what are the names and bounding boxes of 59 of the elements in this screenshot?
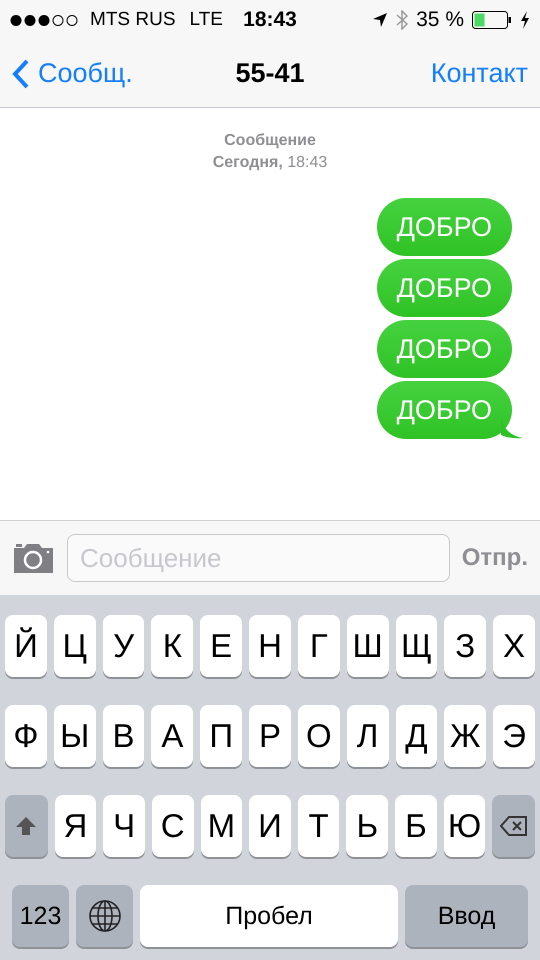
letter-key[interactable]: П bbox=[200, 705, 242, 767]
letter-key[interactable]: С bbox=[152, 795, 194, 857]
letter-key[interactable]: Р bbox=[249, 705, 291, 767]
letter-key[interactable]: Ц bbox=[54, 615, 96, 677]
chevron-left-icon bbox=[12, 58, 30, 88]
letter-key[interactable]: Д bbox=[396, 705, 438, 767]
letter-key[interactable]: Я bbox=[54, 795, 96, 857]
location-icon bbox=[372, 12, 388, 28]
letter-key[interactable]: Ж bbox=[444, 705, 486, 767]
letter-key[interactable]: У bbox=[102, 615, 144, 677]
battery-percent: 35 % bbox=[416, 8, 464, 32]
message-bubble: ДОБРО bbox=[376, 198, 512, 256]
letter-key[interactable]: З bbox=[444, 615, 486, 677]
charging-icon bbox=[520, 11, 530, 29]
space-key[interactable]: Пробел bbox=[140, 885, 398, 947]
shift-arrow-icon bbox=[15, 816, 38, 836]
letter-key[interactable]: В bbox=[102, 705, 144, 767]
backspace-icon bbox=[500, 816, 528, 836]
carrier-name: MTS RUS bbox=[90, 9, 176, 31]
letter-key[interactable]: К bbox=[151, 615, 194, 677]
letter-key[interactable]: Б bbox=[395, 795, 437, 857]
letter-key[interactable]: А bbox=[151, 705, 194, 767]
letter-key[interactable]: Й bbox=[5, 615, 47, 677]
contact-button[interactable]: Контакт bbox=[430, 58, 528, 89]
service-label: Сообщение bbox=[223, 131, 317, 151]
letter-key[interactable]: Г bbox=[298, 615, 340, 677]
letter-key[interactable]: Ь bbox=[346, 795, 388, 857]
battery-icon bbox=[472, 11, 512, 29]
letter-key[interactable]: Л bbox=[346, 705, 389, 767]
return-key[interactable]: Ввод bbox=[405, 885, 528, 947]
letter-key[interactable]: Ч bbox=[103, 795, 145, 857]
bubble-tail bbox=[501, 417, 523, 439]
letter-key[interactable]: Щ bbox=[396, 615, 438, 677]
globe-icon bbox=[88, 899, 122, 933]
shift-key[interactable] bbox=[5, 795, 48, 857]
letter-key[interactable]: Х bbox=[493, 615, 535, 677]
status-time: 18:43 bbox=[243, 8, 297, 32]
letter-key[interactable]: Ы bbox=[54, 705, 96, 767]
message-bubble: ДОБРО bbox=[376, 259, 512, 317]
letter-key[interactable]: Ф bbox=[5, 705, 47, 767]
camera-icon[interactable] bbox=[12, 542, 55, 574]
letter-key[interactable]: Э bbox=[493, 705, 535, 767]
conversation-title: 55-41 bbox=[235, 58, 305, 89]
letter-key[interactable]: Т bbox=[298, 795, 340, 857]
message-bubble: ДОБРО bbox=[376, 320, 512, 378]
bluetooth-icon bbox=[396, 10, 408, 30]
letter-key[interactable]: Ш bbox=[346, 615, 389, 677]
message-date: Сегодня, 18:43 bbox=[212, 153, 328, 173]
letter-key[interactable]: О bbox=[298, 705, 340, 767]
letter-key[interactable]: И bbox=[249, 795, 291, 857]
letter-key[interactable]: М bbox=[200, 795, 242, 857]
letter-key[interactable]: Н bbox=[249, 615, 291, 677]
numbers-key[interactable]: 123 bbox=[12, 885, 69, 947]
letter-key[interactable]: Е bbox=[200, 615, 242, 677]
back-button[interactable]: Сообщ. bbox=[12, 58, 133, 89]
backspace-key[interactable] bbox=[492, 795, 535, 857]
globe-key[interactable] bbox=[76, 885, 133, 947]
letter-key[interactable]: Ю bbox=[444, 795, 486, 857]
network-type: LTE bbox=[190, 9, 223, 31]
